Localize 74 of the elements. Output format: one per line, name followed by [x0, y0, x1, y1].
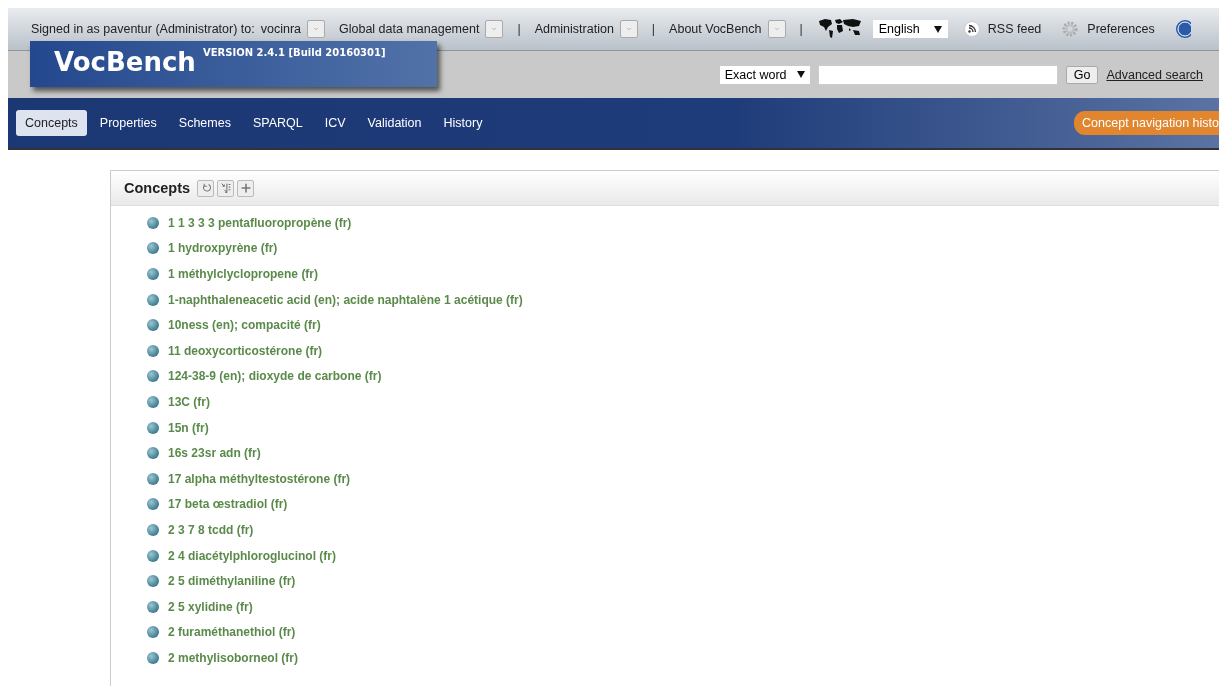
concept-item[interactable]: 15n (fr) — [168, 420, 209, 435]
dropdown-icon[interactable] — [767, 20, 786, 38]
concept-icon — [147, 600, 159, 613]
concept-icon — [147, 344, 159, 357]
concept-icon — [147, 575, 159, 588]
concept-icon — [147, 216, 159, 229]
concept-item[interactable]: 1 méthylclyclopropene (fr) — [168, 267, 319, 281]
menu-button[interactable]: Administration — [534, 20, 638, 38]
concept-icon — [147, 549, 159, 562]
rss-link[interactable]: RSS feed — [987, 22, 1042, 36]
concept-icon — [147, 242, 159, 255]
separator: | — [517, 22, 521, 36]
concept-item[interactable]: 2 5 diméthylaniline (fr) — [168, 574, 296, 589]
concept-item[interactable]: 16s 23sr adn (fr) — [168, 446, 261, 461]
concept-icon — [147, 319, 159, 332]
world-map-icon[interactable] — [816, 18, 863, 40]
concept-item[interactable]: 17 alpha méthyltestostérone (fr) — [168, 471, 351, 486]
separator: | — [651, 22, 656, 36]
menu-button[interactable]: About VocBench — [669, 20, 786, 38]
rss-icon[interactable] — [963, 21, 980, 37]
concept-icon — [147, 447, 159, 460]
concept-history-button[interactable]: Concept navigation histo — [1074, 111, 1219, 135]
dropdown-arrow-icon — [933, 25, 942, 33]
concept-item[interactable]: 1-naphthaleneacetic acid (en); acide naphtalène 1 acétique (fr) — [168, 292, 523, 307]
refresh-button[interactable] — [197, 179, 215, 197]
nav-tab[interactable]: ICV — [315, 110, 355, 136]
version-text: VERSION 2.4.1 [Build 20160301] — [203, 47, 386, 58]
signed-in-text: Signed in as paventur (Administrator) to: — [31, 22, 255, 36]
concept-item[interactable]: 2 3 7 8 tcdd (fr) — [168, 522, 254, 537]
concept-item[interactable]: 2 methylisoborneol (fr) — [168, 650, 298, 665]
dropdown-icon[interactable] — [619, 20, 638, 38]
concept-item[interactable]: 13C (fr) — [168, 394, 210, 409]
separator: | — [799, 22, 803, 36]
search-mode-select[interactable]: Exact word — [719, 65, 810, 84]
concept-icon — [147, 268, 159, 280]
concept-item[interactable]: 2 furaméthanethiol (fr) — [168, 625, 296, 640]
search-field[interactable] — [817, 64, 1058, 85]
go-button[interactable]: Go — [1065, 65, 1099, 84]
concept-item[interactable]: 2 4 diacétylphloroglucinol (fr) — [168, 548, 337, 563]
language-select[interactable]: English — [872, 20, 948, 38]
concept-icon — [147, 626, 159, 639]
concept-item[interactable]: 10ness (en); compacité (fr) — [168, 318, 321, 333]
nav-tab[interactable]: Schemes — [169, 110, 240, 136]
concept-icon — [147, 395, 159, 408]
panel-title: Concepts — [124, 180, 191, 196]
dropdown-icon[interactable] — [485, 20, 504, 38]
concept-icon — [147, 370, 159, 383]
app-title: VocBench — [54, 47, 196, 77]
concept-item[interactable]: 1 hydroxpyrène (fr) — [168, 241, 278, 256]
nav-tab[interactable]: Properties — [90, 110, 166, 136]
dropdown-arrow-icon — [796, 71, 805, 78]
nav-tab[interactable]: Validation — [358, 110, 431, 136]
nav-tab[interactable]: History — [434, 110, 492, 136]
concept-icon — [147, 498, 159, 511]
nav-tab[interactable]: Concepts — [16, 110, 87, 136]
preferences-link[interactable]: Preferences — [1087, 22, 1155, 36]
advanced-search-link[interactable]: Advanced search — [1106, 67, 1203, 82]
add-button[interactable] — [237, 179, 255, 197]
concept-item[interactable]: 124-38-9 (en); dioxyde de carbone (fr) — [168, 369, 382, 384]
menu-button[interactable]: Global data management — [339, 20, 504, 38]
tree-toggle-button[interactable] — [217, 179, 235, 197]
concept-item[interactable]: 1 1 3 3 3 pentafluoropropène (fr) — [168, 215, 352, 230]
concept-item[interactable]: 17 beta œstradiol (fr) — [168, 497, 288, 512]
menu-button[interactable]: vocinra — [260, 20, 325, 38]
concept-item[interactable]: 11 deoxycorticostérone (fr) — [168, 343, 323, 358]
nav-tab[interactable]: SPARQL — [243, 110, 312, 136]
concept-icon — [147, 421, 159, 434]
concept-icon — [147, 472, 159, 485]
concept-icon — [147, 651, 159, 664]
concept-icon — [147, 523, 159, 536]
dropdown-icon[interactable] — [307, 20, 325, 38]
concept-icon — [147, 293, 159, 306]
gear-icon[interactable] — [1061, 20, 1080, 38]
concept-item[interactable]: 2 5 xylidine (fr) — [168, 599, 253, 614]
